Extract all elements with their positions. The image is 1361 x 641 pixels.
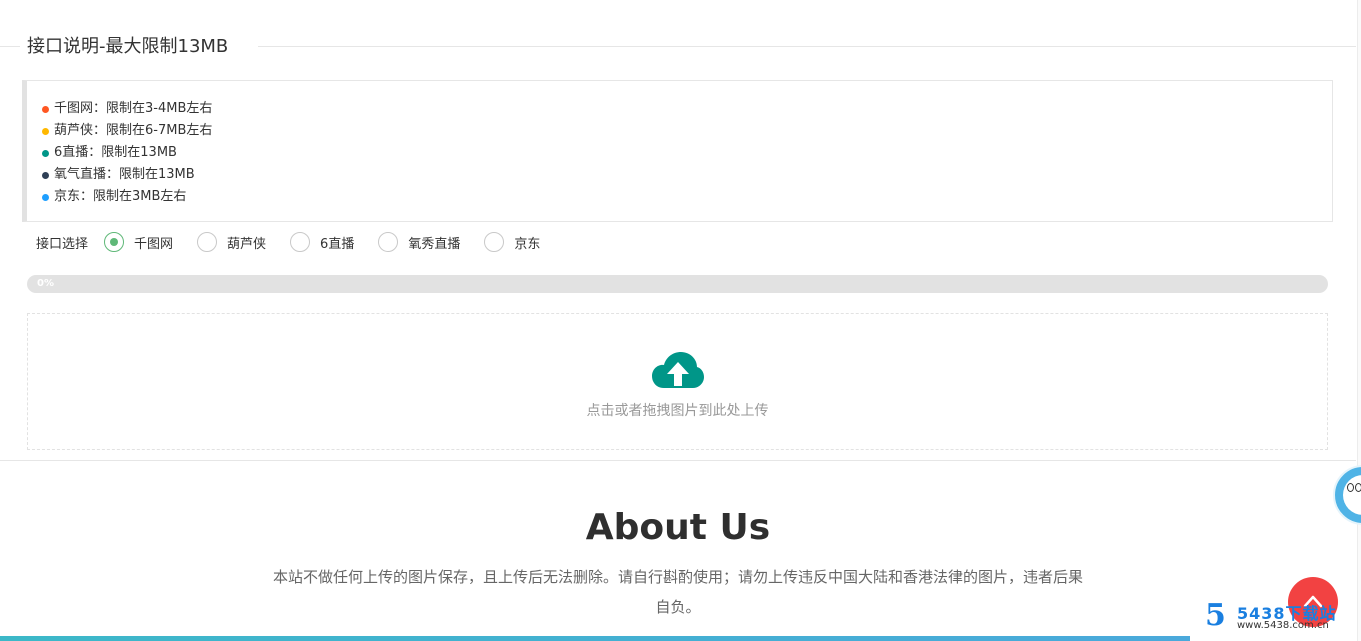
radio-unchecked-icon[interactable] — [484, 232, 505, 252]
notice-item: 京东：限制在3MB左右 — [42, 186, 1332, 208]
site-watermark: 5 5438下载站 www.5438.com.cn — [1203, 600, 1353, 636]
legend-rule-right — [258, 46, 1356, 47]
notice-item-label: 京东：限制在3MB左右 — [54, 189, 187, 204]
radio-option-huluxia[interactable]: 葫芦侠 — [197, 232, 266, 252]
notice-item-label: 千图网：限制在3-4MB左右 — [54, 101, 213, 116]
notice-item-label: 6直播：限制在13MB — [54, 145, 177, 160]
watermark-logo: 5 — [1205, 598, 1226, 633]
cloud-upload-icon — [652, 352, 704, 388]
watermark-url: www.5438.com.cn — [1237, 620, 1329, 631]
section-legend: 接口说明-最大限制13MB — [0, 35, 1356, 59]
upload-progress-bar: 0% — [27, 275, 1328, 293]
radio-unchecked-icon[interactable] — [197, 232, 218, 252]
about-text: 本站不做任何上传的图片保存，且上传后无法删除。请自行斟酌使用；请勿上传违反中国大… — [272, 568, 1083, 616]
notice-dot — [42, 193, 49, 201]
interface-notice: 千图网：限制在3-4MB左右 葫芦侠：限制在6-7MB左右 6直播：限制在13M… — [22, 80, 1333, 222]
mascot-eye — [1355, 483, 1361, 492]
notice-item: 葫芦侠：限制在6-7MB左右 — [42, 120, 1332, 142]
radio-option-label: 葫芦侠 — [227, 236, 267, 252]
notice-dot — [42, 149, 49, 157]
interface-radio-group: 接口选择 千图网 葫芦侠 6直播 氧秀直播 京东 — [36, 231, 564, 253]
about-title: About Us — [585, 507, 771, 548]
radio-option-6zhibo[interactable]: 6直播 — [290, 232, 354, 252]
radio-unchecked-icon[interactable] — [378, 232, 399, 252]
section-divider — [0, 460, 1356, 461]
notice-item-label: 氧气直播：限制在13MB — [54, 167, 195, 182]
radio-option-label: 京东 — [514, 236, 541, 252]
radio-checked-icon[interactable] — [104, 232, 125, 252]
radio-option-label: 6直播 — [320, 236, 355, 252]
radio-option-yangxiu[interactable]: 氧秀直播 — [378, 232, 460, 252]
radio-option-label: 千图网 — [134, 236, 174, 252]
notice-item: 6直播：限制在13MB — [42, 142, 1332, 164]
radio-option-jingdong[interactable]: 京东 — [484, 232, 540, 252]
mascot-face — [1343, 475, 1361, 515]
section-title: 接口说明-最大限制13MB — [27, 36, 229, 57]
radio-option-qiantu[interactable]: 千图网 — [104, 232, 173, 252]
notice-item: 千图网：限制在3-4MB左右 — [42, 98, 1332, 120]
radio-option-label: 氧秀直播 — [408, 236, 461, 252]
upload-hint: 点击或者拖拽图片到此处上传 — [586, 403, 769, 419]
interface-select-label: 接口选择 — [36, 236, 89, 252]
notice-item: 氧气直播：限制在13MB — [42, 164, 1332, 186]
notice-dot — [42, 171, 49, 179]
bottom-accent-bar — [0, 636, 1190, 641]
notice-dot — [42, 127, 49, 135]
scrollbar[interactable] — [1357, 0, 1361, 641]
progress-text: 0% — [37, 278, 54, 289]
mascot-eye — [1347, 483, 1354, 492]
notice-dot — [42, 105, 49, 113]
radio-unchecked-icon[interactable] — [290, 232, 311, 252]
legend-rule-left — [0, 46, 20, 47]
notice-item-label: 葫芦侠：限制在6-7MB左右 — [54, 123, 213, 138]
upload-dropzone[interactable]: 点击或者拖拽图片到此处上传 — [27, 313, 1328, 450]
